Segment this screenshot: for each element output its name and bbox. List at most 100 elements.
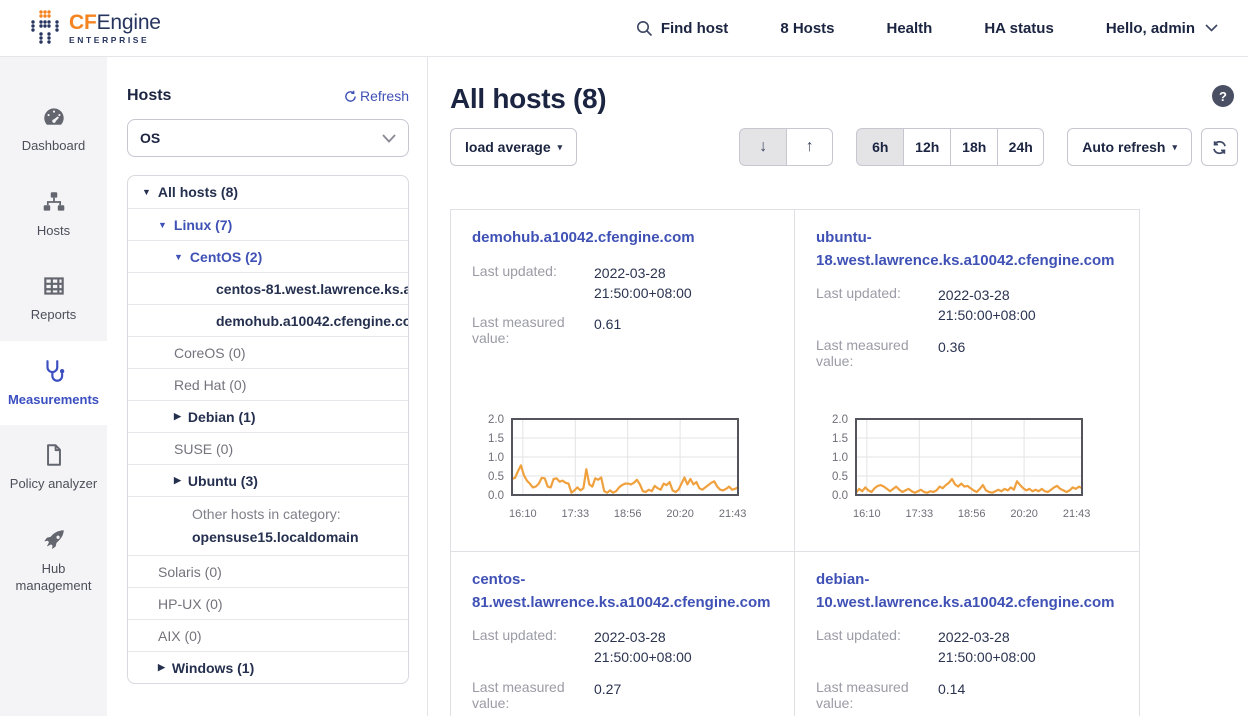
tree-label: Linux (7) (174, 217, 232, 233)
time-range-12h[interactable]: 12h (903, 128, 950, 166)
arrow-down-icon: ↓ (759, 139, 767, 155)
toolbar: load average ▾ ↓ ↑ 6h 12h 18h 24h Auto r… (450, 128, 1238, 166)
tree-item-host-centos-81[interactable]: centos-81.west.lawrence.ks.a10042.cfengi… (128, 272, 408, 304)
user-menu[interactable]: Hello, admin (1106, 20, 1218, 37)
sidebar-item-label: Hub management (6, 560, 101, 595)
time-range-group: 6h 12h 18h 24h (856, 128, 1044, 166)
tree-label: AIX (0) (158, 628, 202, 644)
tree-item-ubuntu[interactable]: ▶Ubuntu (3) (128, 464, 408, 496)
tree-item-coreos[interactable]: CoreOS (0) (128, 336, 408, 368)
host-link[interactable]: ubuntu-18.west.lawrence.ks.a10042.cfengi… (816, 227, 1118, 272)
icon-sidebar: Dashboard Hosts Reports Measurements Pol… (0, 57, 107, 716)
user-menu-label: Hello, admin (1106, 20, 1195, 37)
tree-item-solaris[interactable]: Solaris (0) (128, 555, 408, 587)
tree-item-redhat[interactable]: Red Hat (0) (128, 368, 408, 400)
caret-down-icon: ▼ (142, 187, 151, 197)
sidebar-item-reports[interactable]: Reports (0, 256, 107, 341)
tree-item-aix[interactable]: AIX (0) (128, 619, 408, 651)
time-range-18h[interactable]: 18h (950, 128, 997, 166)
help-button[interactable]: ? (1212, 85, 1234, 107)
rocket-icon (41, 527, 67, 553)
metric-dropdown[interactable]: load average ▾ (450, 128, 577, 166)
sort-descending-button[interactable]: ↓ (739, 128, 786, 166)
last-measured-label: Last measured value: (816, 337, 938, 369)
svg-text:1.5: 1.5 (832, 433, 848, 445)
sidebar-item-label: Reports (31, 306, 77, 324)
time-range-label: 18h (962, 139, 986, 155)
nav-hosts-count[interactable]: 8 Hosts (780, 20, 834, 37)
top-navbar: CFEngine ENTERPRISE Find host 8 Hosts He… (0, 0, 1248, 57)
os-filter-select[interactable]: OS (127, 119, 409, 157)
tree-item-linux[interactable]: ▼ Linux (7) (128, 208, 408, 240)
find-host-search[interactable]: Find host (636, 20, 729, 37)
question-mark-icon: ? (1219, 89, 1227, 104)
sidebar-item-hosts[interactable]: Hosts (0, 172, 107, 257)
tree-label: All hosts (8) (158, 184, 238, 200)
os-filter-value: OS (140, 130, 160, 146)
ha-status-label: HA status (984, 20, 1053, 37)
refresh-label: Refresh (360, 88, 409, 104)
sidebar-item-dashboard[interactable]: Dashboard (0, 87, 107, 172)
svg-text:1.0: 1.0 (832, 452, 848, 464)
refresh-button[interactable] (1201, 128, 1238, 166)
hosts-refresh-link[interactable]: Refresh (344, 88, 409, 104)
host-tree: ▼ All hosts (8) ▼ Linux (7) ▼CentOS (2) ce… (127, 175, 409, 684)
tree-label: centos-81.west.lawrence.ks.a10042.cfengi… (216, 281, 408, 297)
nav-ha-status[interactable]: HA status (984, 20, 1053, 37)
tree-item-host-demohub[interactable]: demohub.a10042.cfengine.com (128, 304, 408, 336)
svg-text:21:43: 21:43 (719, 508, 747, 520)
host-link[interactable]: demohub.a10042.cfengine.com (472, 227, 773, 250)
host-link[interactable]: debian-10.west.lawrence.ks.a10042.cfengi… (816, 569, 1118, 614)
sort-direction-group: ↓ ↑ (739, 128, 833, 166)
last-updated-label: Last updated: (816, 285, 938, 326)
host-link[interactable]: centos-81.west.lawrence.ks.a10042.cfengi… (472, 569, 773, 614)
tree-label: Windows (1) (172, 660, 254, 676)
find-host-label: Find host (661, 20, 729, 37)
time-range-label: 6h (872, 139, 888, 155)
caret-down-icon: ▼ (174, 252, 183, 262)
tree-item-windows[interactable]: ▶Windows (1) (128, 651, 408, 683)
refresh-icon (344, 90, 357, 103)
tree-label: Red Hat (0) (174, 377, 246, 393)
host-card: demohub.a10042.cfengine.com Last updated… (451, 210, 795, 551)
svg-text:17:33: 17:33 (562, 508, 590, 520)
sort-ascending-button[interactable]: ↑ (786, 128, 833, 166)
sidebar-item-policy-analyzer[interactable]: Policy analyzer (0, 425, 107, 510)
sidebar-item-measurements[interactable]: Measurements (0, 341, 107, 426)
hosts-panel-title: Hosts (127, 87, 171, 105)
host-cards-grid: demohub.a10042.cfengine.com Last updated… (450, 209, 1140, 716)
tree-label: HP-UX (0) (158, 596, 223, 612)
sidebar-item-hub-management[interactable]: Hub management (0, 510, 107, 612)
brand-cf: CF (69, 11, 97, 34)
brand-text: CFEngine ENTERPRISE (69, 12, 161, 45)
cfengine-logo[interactable]: CFEngine ENTERPRISE (30, 9, 161, 47)
search-icon (636, 20, 653, 37)
tree-item-all-hosts[interactable]: ▼ All hosts (8) (128, 176, 408, 208)
tree-item-hpux[interactable]: HP-UX (0) (128, 587, 408, 619)
tree-item-other-hosts[interactable]: Other hosts in category: opensuse15.loca… (128, 496, 408, 555)
svg-text:2.0: 2.0 (832, 414, 848, 426)
svg-text:17:33: 17:33 (906, 508, 934, 520)
caret-down-icon: ▾ (558, 142, 563, 153)
host-card: debian-10.west.lawrence.ks.a10042.cfengi… (795, 551, 1139, 716)
tree-item-debian[interactable]: ▶Debian (1) (128, 400, 408, 432)
time-range-6h[interactable]: 6h (856, 128, 903, 166)
page-title: All hosts (8) (450, 83, 606, 115)
nav-health[interactable]: Health (887, 20, 933, 37)
time-range-24h[interactable]: 24h (997, 128, 1044, 166)
last-updated-label: Last updated: (816, 627, 938, 668)
caret-down-icon: ▾ (1172, 142, 1177, 153)
last-updated-value: 2022-03-28 21:50:00+08:00 (938, 627, 1088, 668)
tree-item-host-opensuse15[interactable]: opensuse15.localdomain (192, 529, 359, 545)
tree-item-suse[interactable]: SUSE (0) (128, 432, 408, 464)
tree-label: Solaris (0) (158, 564, 222, 580)
svg-text:21:43: 21:43 (1063, 508, 1091, 520)
tree-item-centos[interactable]: ▼CentOS (2) (128, 240, 408, 272)
tree-label: Ubuntu (3) (188, 473, 258, 489)
svg-text:0.0: 0.0 (488, 490, 504, 502)
auto-refresh-dropdown[interactable]: Auto refresh ▾ (1067, 128, 1192, 166)
caret-down-icon: ▼ (158, 220, 167, 230)
svg-text:18:56: 18:56 (958, 508, 986, 520)
host-card: ubuntu-18.west.lawrence.ks.a10042.cfengi… (795, 210, 1139, 551)
last-updated-label: Last updated: (472, 627, 594, 668)
